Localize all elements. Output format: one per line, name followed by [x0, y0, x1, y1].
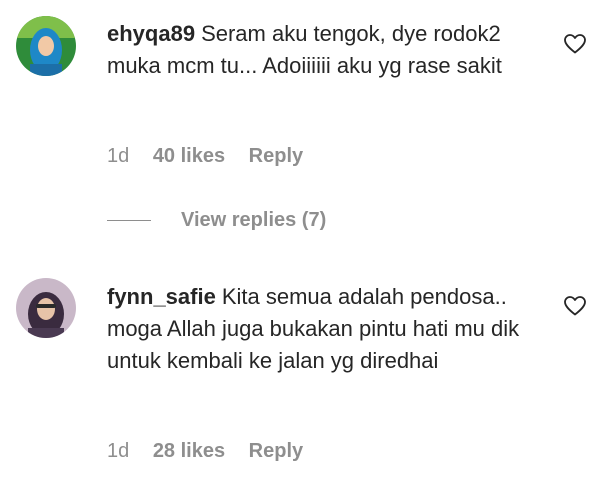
comment-text: fynn_safie Kita semua adalah pendosa.. mo…	[107, 281, 547, 377]
likes-count[interactable]: 40 likes	[153, 145, 225, 167]
reply-button[interactable]: Reply	[249, 145, 303, 167]
reply-button[interactable]: Reply	[249, 440, 303, 462]
comment-username[interactable]: fynn_safie	[107, 284, 216, 309]
view-replies-label[interactable]: View replies (7)	[181, 209, 326, 232]
avatar-hijab-dark-icon	[16, 278, 76, 338]
avatar-hijab-blue-icon	[16, 16, 76, 76]
comment-username[interactable]: ehyqa89	[107, 21, 195, 46]
view-replies-button[interactable]: View replies (7)	[107, 207, 326, 233]
commenter-avatar[interactable]	[16, 16, 76, 76]
like-heart-icon[interactable]	[563, 32, 587, 56]
commenter-avatar[interactable]	[16, 278, 76, 338]
likes-count[interactable]: 28 likes	[153, 440, 225, 462]
divider-line	[107, 219, 151, 221]
comment-meta: 1d 40 likes Reply	[107, 145, 321, 168]
comment-time: 1d	[107, 145, 130, 167]
like-heart-icon[interactable]	[563, 294, 587, 318]
comment-meta: 1d 28 likes Reply	[107, 440, 321, 463]
comment-time: 1d	[107, 440, 130, 462]
comment-text: ehyqa89 Seram aku tengok, dye rodok2 muka…	[107, 18, 547, 82]
